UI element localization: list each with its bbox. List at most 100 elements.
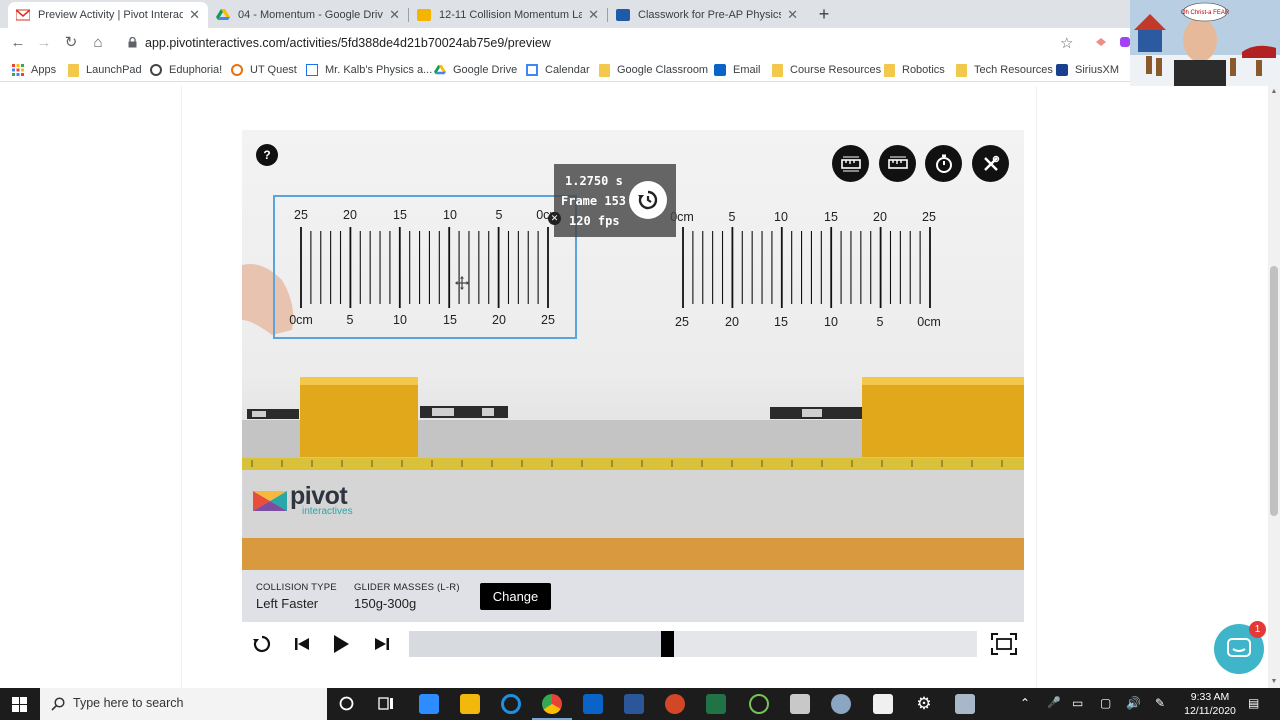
playback-controls: [242, 624, 1024, 664]
edge-browser-icon[interactable]: [501, 694, 521, 714]
bookmark-robotics[interactable]: Robotics: [884, 62, 945, 78]
pivot-logo-icon: [253, 491, 287, 511]
remote-desktop-icon[interactable]: [790, 694, 810, 714]
tab-google-drive[interactable]: 04 - Momentum - Google Drive ✕: [208, 2, 408, 28]
task-view-icon[interactable]: [378, 696, 394, 711]
windows-start-icon[interactable]: [12, 697, 27, 712]
chrome-icon[interactable]: [542, 694, 562, 714]
outlook-icon[interactable]: [583, 694, 603, 714]
show-hidden-icons-chevron-icon[interactable]: ⌃: [1020, 696, 1030, 710]
settings-gear-icon[interactable]: ⚙: [914, 694, 934, 714]
scroll-up-arrow-icon[interactable]: ▲: [1268, 86, 1280, 98]
bookmark-email[interactable]: Email: [714, 62, 761, 78]
excel-icon[interactable]: [706, 694, 726, 714]
word-icon[interactable]: [624, 694, 644, 714]
fullscreen-button[interactable]: [990, 632, 1018, 656]
clock-date: 12/11/2020: [1184, 705, 1236, 717]
zoom-app-icon[interactable]: [419, 694, 439, 714]
scrollbar-thumb[interactable]: [1270, 266, 1278, 516]
ruler-selection-box[interactable]: [273, 195, 577, 339]
next-frame-button[interactable]: [370, 632, 394, 656]
bookmarks-bar: Apps LaunchPad Eduphoria! UT Quest Mr. K…: [0, 58, 1130, 82]
bookmark-course-resources[interactable]: Course Resources: [772, 62, 881, 78]
bookmark-eduphoria[interactable]: Eduphoria!: [150, 62, 222, 78]
restore-history-button[interactable]: [629, 181, 667, 219]
close-tab-icon[interactable]: ✕: [389, 7, 400, 23]
collision-type-caption: COLLISION TYPE: [256, 582, 337, 593]
bookmark-mr-kalbs-physics[interactable]: Mr. Kalb's Physics a...: [306, 62, 432, 78]
back-arrow-icon[interactable]: ←: [8, 33, 28, 53]
right-ruler-top-label: 20: [873, 210, 887, 224]
tab-title: Classwork for Pre-AP Physics - 2: [638, 9, 782, 21]
system-clock[interactable]: 9:33 AM 12/11/2020: [1180, 690, 1240, 718]
network-icon[interactable]: ▢: [1100, 696, 1111, 710]
content-border-left: [181, 86, 182, 688]
google-drive-icon: [216, 9, 230, 21]
tab-title: 04 - Momentum - Google Drive: [238, 9, 384, 21]
chat-notification-badge: 1: [1249, 621, 1266, 638]
bookmark-tech-resources[interactable]: Tech Resources: [956, 62, 1053, 78]
reload-icon[interactable]: ↻: [61, 33, 81, 53]
file-explorer-icon[interactable]: [460, 694, 480, 714]
close-tab-icon[interactable]: ✕: [189, 7, 200, 23]
close-ruler-icon[interactable]: ✕: [548, 212, 561, 225]
powerpoint-icon[interactable]: [665, 694, 685, 714]
taskbar-search-box[interactable]: Type here to search: [40, 688, 327, 720]
play-icon: [334, 635, 349, 653]
pen-icon[interactable]: ✎: [1155, 696, 1165, 710]
network-drive-icon[interactable]: [955, 694, 975, 714]
bookmark-star-icon[interactable]: ☆: [1060, 34, 1073, 52]
notifications-icon[interactable]: ▤: [1248, 696, 1259, 710]
bookmark-siriusxm[interactable]: SiriusXM: [1056, 62, 1119, 78]
eduphoria-icon: [150, 64, 162, 76]
second-ruler-tool-button[interactable]: [879, 145, 916, 182]
previous-frame-button[interactable]: [290, 632, 314, 656]
tab-collision-lab[interactable]: 12-11 Collision Momentum Lab ✕: [409, 2, 607, 28]
bookmark-google-classroom[interactable]: Google Classroom: [599, 62, 708, 78]
timeline-handle[interactable]: [661, 631, 675, 657]
tab-classwork[interactable]: Classwork for Pre-AP Physics - 2 ✕: [608, 2, 806, 28]
bookmark-label: Google Drive: [453, 64, 518, 76]
change-button[interactable]: Change: [480, 583, 551, 610]
replay-button[interactable]: [250, 632, 274, 656]
skip-back-icon: [295, 638, 309, 650]
stopwatch-tool-button[interactable]: [925, 145, 962, 182]
extension-icon[interactable]: [1094, 35, 1108, 49]
extension-puzzle-icon[interactable]: [1120, 37, 1130, 47]
forward-arrow-icon[interactable]: →: [34, 33, 54, 53]
video-timeline-slider[interactable]: [409, 631, 977, 657]
gmail-icon: [15, 9, 31, 21]
play-button[interactable]: [329, 632, 353, 656]
clock-time: 9:33 AM: [1190, 691, 1230, 703]
cortana-icon[interactable]: [339, 696, 354, 711]
snipping-tool-icon[interactable]: [831, 694, 851, 714]
bookmark-apps[interactable]: Apps: [12, 62, 56, 78]
bookmark-calendar[interactable]: Calendar: [526, 62, 590, 78]
tools-settings-button[interactable]: [972, 145, 1009, 182]
address-bar[interactable]: app.pivotinteractives.com/activities/5fd…: [145, 36, 551, 50]
battery-icon[interactable]: ▭: [1072, 696, 1083, 710]
new-tab-button[interactable]: +: [814, 3, 834, 25]
store-icon[interactable]: [873, 694, 893, 714]
scroll-down-arrow-icon[interactable]: ▼: [1268, 676, 1280, 688]
microphone-icon[interactable]: 🎤: [1047, 696, 1061, 709]
close-tab-icon[interactable]: ✕: [787, 7, 798, 23]
wrench-screwdriver-icon: [983, 155, 999, 171]
tab-title: Preview Activity | Pivot Interactiv: [38, 9, 184, 21]
bookmark-label: Tech Resources: [974, 64, 1053, 76]
close-tab-icon[interactable]: ✕: [588, 7, 599, 23]
volume-icon[interactable]: 🔊: [1126, 696, 1141, 710]
horizontal-ruler-tool-button[interactable]: [832, 145, 869, 182]
bookmark-launchpad[interactable]: LaunchPad: [68, 62, 142, 78]
bookmark-ut-quest[interactable]: UT Quest: [231, 62, 297, 78]
calendar-icon: [526, 64, 538, 76]
bookmark-label: SiriusXM: [1075, 64, 1120, 76]
home-icon[interactable]: ⌂: [88, 33, 108, 53]
bookmark-google-drive[interactable]: Google Drive: [434, 62, 517, 78]
help-button[interactable]: ?: [256, 144, 278, 166]
tab-preview-activity[interactable]: Preview Activity | Pivot Interactiv ✕: [8, 2, 208, 28]
ut-quest-icon: [231, 64, 243, 76]
camtasia-icon[interactable]: [749, 694, 769, 714]
page-scrollbar[interactable]: ▲ ▼: [1268, 86, 1280, 688]
frame-number-readout: Frame 153: [561, 194, 627, 208]
